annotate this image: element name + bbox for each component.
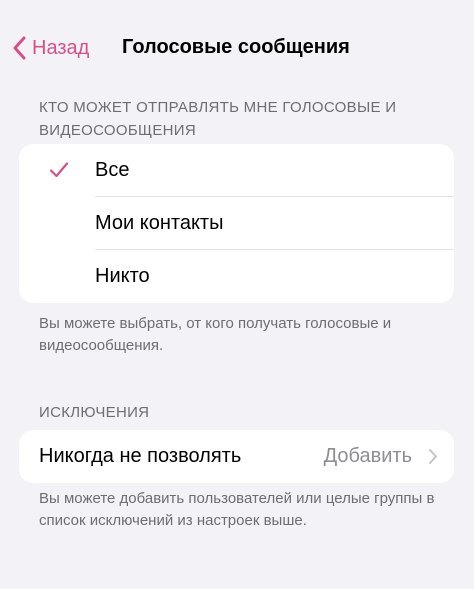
exceptions-section-header: ИСКЛЮЧЕНИЯ bbox=[39, 404, 150, 421]
chevron-right-icon bbox=[429, 449, 437, 464]
option-label: Мои контакты bbox=[95, 212, 224, 234]
never-allow-row[interactable]: Никогда не позволять Добавить bbox=[19, 430, 454, 483]
chevron-left-icon bbox=[13, 36, 26, 60]
checkmark-icon bbox=[49, 162, 69, 178]
option-nobody[interactable]: Никто bbox=[19, 250, 454, 303]
back-button[interactable]: Назад bbox=[12, 30, 89, 66]
exceptions-section-footer: Вы можете добавить пользователей или цел… bbox=[39, 490, 435, 529]
exceptions-group: Никогда не позволять Добавить bbox=[19, 430, 454, 483]
navigation-bar: Назад Голосовые сообщения bbox=[0, 0, 474, 96]
option-everyone[interactable]: Все bbox=[19, 144, 454, 197]
who-section-header: КТО МОЖЕТ ОТПРАВЛЯТЬ МНЕ ГОЛОСОВЫЕ И ВИД… bbox=[39, 99, 397, 139]
back-label: Назад bbox=[32, 36, 90, 59]
option-my-contacts[interactable]: Мои контакты bbox=[19, 197, 454, 250]
add-exception-value: Добавить bbox=[323, 445, 412, 467]
who-options-group: Все Мои контакты Никто bbox=[19, 144, 454, 303]
who-section-footer: Вы можете выбрать, от кого получать голо… bbox=[39, 315, 392, 354]
page-title: Голосовые сообщения bbox=[122, 36, 350, 58]
never-allow-label: Никогда не позволять bbox=[39, 445, 242, 467]
option-label: Все bbox=[95, 159, 130, 181]
option-label: Никто bbox=[95, 265, 150, 287]
